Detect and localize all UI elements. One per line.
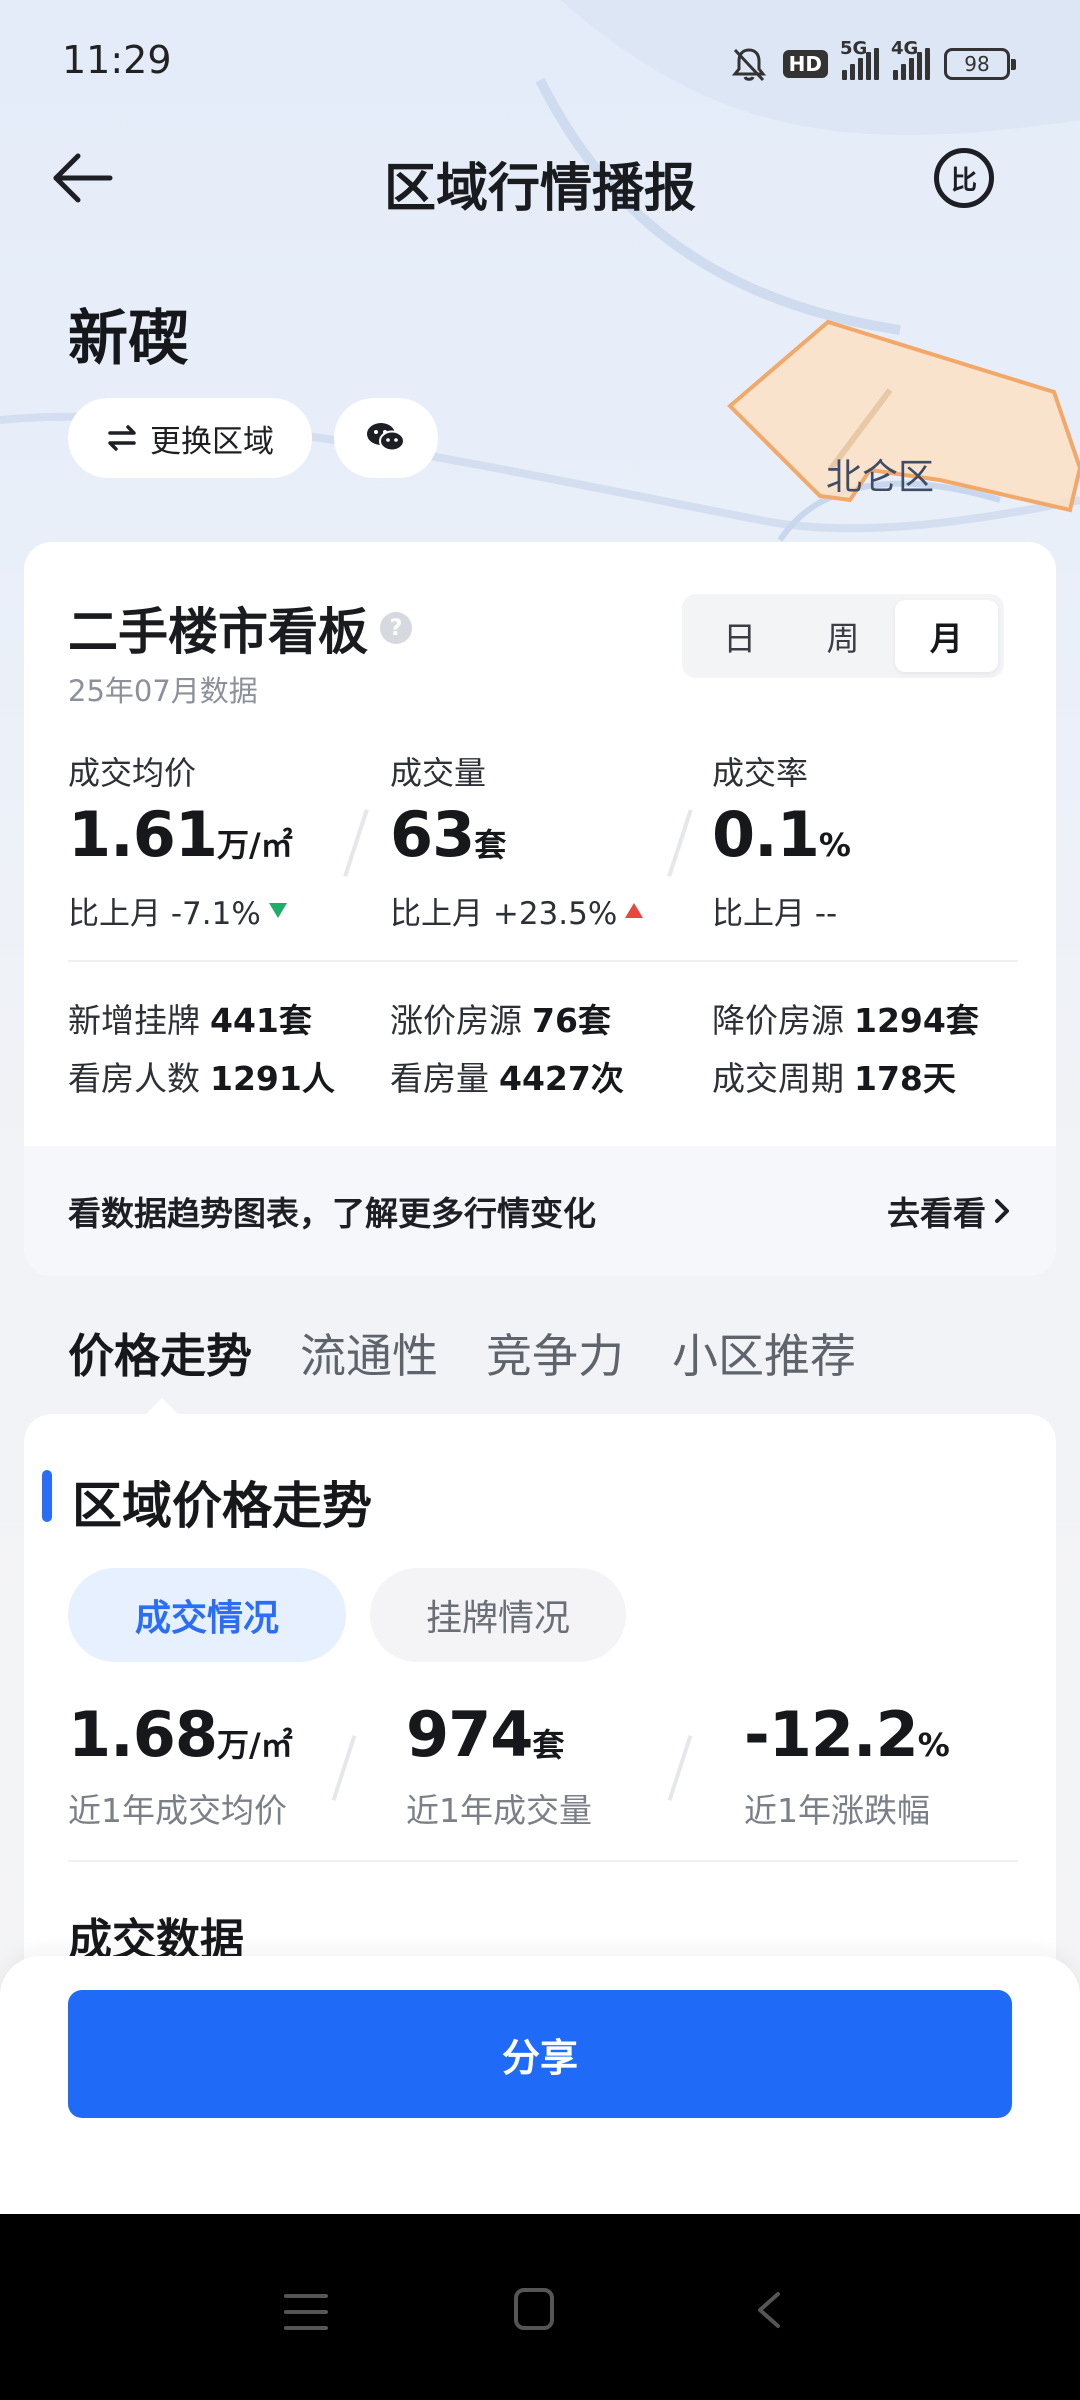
chevron-right-icon [995, 1199, 1009, 1223]
stat-price-down: 降价房源 1294套 [712, 1001, 979, 1040]
dashboard-card: 二手楼市看板 ? 25年07月数据 日 周 月 成交均价 1.61万/㎡ 比上月… [24, 542, 1056, 1276]
price-trend-title: 区域价格走势 [72, 1477, 372, 1535]
dashboard-subtitle: 25年07月数据 [68, 674, 258, 708]
trend-down-icon [268, 903, 287, 918]
tab-price-trend[interactable]: 价格走势 [68, 1320, 252, 1386]
share-bar: 分享 [0, 1956, 1080, 2214]
metric-value: 0.1% [712, 798, 851, 871]
wechat-icon [367, 423, 405, 452]
metric-divider [331, 1735, 357, 1801]
trend-banner[interactable]: 看数据趋势图表，了解更多行情变化 去看看 [24, 1146, 1056, 1276]
metric-compare: 比上月 -7.1% [68, 888, 368, 933]
price-trend-card: 区域价格走势 成交情况 挂牌情况 1.68万/㎡ 近1年成交均价 974套 近1… [24, 1414, 1056, 2014]
tab-community-recommend[interactable]: 小区推荐 [672, 1320, 856, 1386]
switch-region-button[interactable]: 更换区域 [68, 398, 312, 478]
metric-label: 成交均价 [68, 754, 197, 792]
tab-competitiveness[interactable]: 竞争力 [486, 1320, 624, 1386]
metric-value: 63套 [390, 798, 507, 871]
stat-viewings: 看房量 4427次 [390, 1059, 624, 1098]
divider [68, 1860, 1018, 1862]
page-title: 区域行情播报 [383, 159, 696, 219]
metric-rate: 成交率 0.1% 比上月 -- [712, 748, 1012, 933]
metric-divider [667, 1735, 693, 1801]
section-accent-bar [42, 1470, 52, 1522]
tab-liquidity[interactable]: 流通性 [300, 1320, 438, 1386]
dashboard-title: 二手楼市看板 ? [68, 592, 412, 664]
yearly-label: 近1年成交量 [406, 1791, 592, 1830]
divider [68, 960, 1018, 962]
metric-compare: 比上月 -- [712, 896, 838, 932]
help-icon[interactable]: ? [380, 612, 412, 644]
metric-avg-price: 成交均价 1.61万/㎡ 比上月 -7.1% [68, 748, 368, 933]
trend-up-icon [625, 903, 644, 918]
dashboard-title-text: 二手楼市看板 [68, 603, 368, 661]
signal-5g-label: 5G [840, 38, 868, 59]
yearly-label: 近1年涨跌幅 [744, 1791, 930, 1830]
metric-label: 成交量 [390, 754, 487, 792]
period-tab-month[interactable]: 月 [894, 600, 998, 672]
mute-bell-icon [731, 48, 766, 82]
metric-compare: 比上月 +23.5% [390, 888, 690, 933]
metrics-row: 成交均价 1.61万/㎡ 比上月 -7.1% 成交量 63套 比上月 +23.5… [68, 748, 1018, 932]
stat-price-up: 涨价房源 76套 [390, 1001, 611, 1040]
yearly-value: 974套 [406, 1698, 565, 1771]
yearly-change: -12.2% 近1年涨跌幅 [744, 1700, 950, 1832]
nav-back-icon[interactable] [750, 2290, 790, 2330]
signal-5g-icon: 5G [840, 38, 879, 80]
yearly-avg-price: 1.68万/㎡ 近1年成交均价 [68, 1700, 293, 1832]
recent-apps-icon[interactable] [284, 2294, 328, 2330]
hd-badge: HD [782, 50, 828, 78]
status-icons: HD 5G 4G 98 [729, 38, 1016, 88]
system-nav-bar [0, 2214, 1080, 2400]
yearly-value: -12.2% [744, 1698, 950, 1771]
chip-deals[interactable]: 成交情况 [68, 1568, 346, 1662]
battery-icon: 98 [944, 48, 1016, 80]
page: 11:29 HD 5G 4G 98 区域行情播报 比 新碶 更换区域 北仑区 二… [0, 0, 1080, 2400]
tab-indicator [146, 1398, 178, 1414]
switch-region-label: 更换区域 [150, 423, 274, 460]
yearly-value: 1.68万/㎡ [68, 1698, 293, 1771]
swap-icon [108, 425, 136, 451]
yearly-volume: 974套 近1年成交量 [406, 1700, 592, 1832]
yearly-label: 近1年成交均价 [68, 1791, 287, 1830]
home-icon[interactable] [514, 2288, 554, 2330]
share-button[interactable]: 分享 [68, 1990, 1012, 2118]
compare-icon[interactable]: 比 [934, 148, 994, 208]
metric-value: 1.61万/㎡ [68, 798, 293, 871]
region-name: 新碶 [68, 304, 188, 374]
signal-4g-label: 4G [891, 38, 919, 59]
stat-new-listings: 新增挂牌 441套 [68, 1001, 312, 1040]
metric-volume: 成交量 63套 比上月 +23.5% [390, 748, 690, 933]
stat-deal-cycle: 成交周期 178天 [712, 1059, 956, 1098]
period-switcher: 日 周 月 [682, 594, 1004, 678]
compare-icon-text: 比 [950, 165, 977, 196]
trend-banner-text: 看数据趋势图表，了解更多行情变化 [68, 1194, 596, 1233]
map-district-label: 北仑区 [826, 457, 935, 498]
signal-4g-icon: 4G [891, 38, 930, 80]
status-time: 11:29 [62, 38, 172, 82]
wechat-share-button[interactable] [334, 398, 438, 478]
metric-label: 成交率 [712, 754, 809, 792]
stat-viewers: 看房人数 1291人 [68, 1059, 335, 1098]
trend-link[interactable]: 去看看 [887, 1187, 1012, 1235]
period-tab-day[interactable]: 日 [688, 600, 791, 672]
period-tab-week[interactable]: 周 [791, 600, 894, 672]
status-bar: 11:29 HD 5G 4G 98 [0, 0, 1080, 130]
section-tabs: 价格走势 流通性 竞争力 小区推荐 [68, 1320, 856, 1386]
chip-listings[interactable]: 挂牌情况 [370, 1568, 626, 1662]
battery-level: 98 [964, 52, 990, 76]
